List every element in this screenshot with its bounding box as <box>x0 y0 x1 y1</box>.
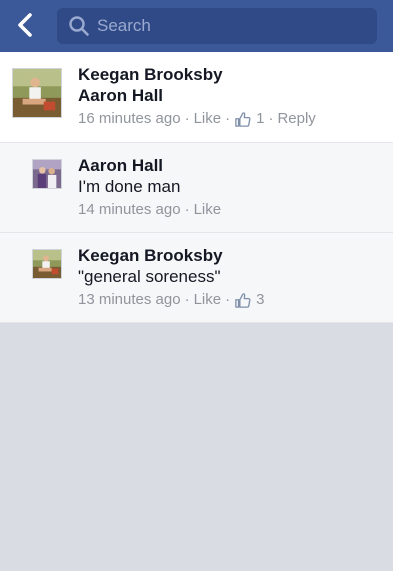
separator: · <box>268 110 274 127</box>
like-count[interactable]: 1 <box>234 109 264 129</box>
search-icon <box>67 14 91 38</box>
like-button[interactable]: Like <box>194 290 222 310</box>
like-button[interactable]: Like <box>194 200 222 220</box>
separator: · <box>184 201 190 218</box>
avatar[interactable] <box>12 68 62 118</box>
search-input[interactable] <box>97 8 377 44</box>
like-count[interactable]: 3 <box>234 290 264 310</box>
like-count-value: 3 <box>256 291 265 308</box>
reply-item: Keegan Brooksby "general soreness" 13 mi… <box>0 233 393 323</box>
comment-item: Keegan Brooksby Aaron Hall 16 minutes ag… <box>0 52 393 143</box>
comment-author[interactable]: Keegan Brooksby <box>78 245 383 266</box>
back-button[interactable] <box>10 8 40 42</box>
avatar[interactable] <box>32 159 62 189</box>
comment-thread: Keegan Brooksby Aaron Hall 16 minutes ag… <box>0 52 393 323</box>
comment-author[interactable]: Aaron Hall <box>78 155 383 176</box>
reply-button[interactable]: Reply <box>277 109 315 129</box>
like-button[interactable]: Like <box>194 109 222 129</box>
thumbs-up-icon <box>234 292 251 309</box>
search-bar[interactable] <box>57 8 377 44</box>
separator: · <box>225 110 231 127</box>
comment-timestamp: 13 minutes ago <box>78 291 181 308</box>
separator: · <box>184 291 190 308</box>
like-count-value: 1 <box>256 110 265 127</box>
comment-author[interactable]: Keegan Brooksby <box>78 64 383 85</box>
avatar[interactable] <box>32 249 62 279</box>
comment-meta: 16 minutes ago · Like · 1 · Reply <box>78 109 383 129</box>
comment-timestamp: 16 minutes ago <box>78 110 181 127</box>
reply-item: Aaron Hall I'm done man 14 minutes ago ·… <box>0 143 393 233</box>
comment-text: I'm done man <box>78 177 181 196</box>
comment-meta: 13 minutes ago · Like · 3 <box>78 290 383 310</box>
chevron-left-icon <box>18 13 32 37</box>
comment-timestamp: 14 minutes ago <box>78 201 181 218</box>
comment-text[interactable]: Aaron Hall <box>78 85 383 106</box>
separator: · <box>225 291 231 308</box>
separator: · <box>184 110 190 127</box>
thumbs-up-icon <box>234 111 251 128</box>
comment-text: "general soreness" <box>78 267 221 286</box>
top-navigation-bar <box>0 0 393 52</box>
comment-meta: 14 minutes ago · Like <box>78 200 383 220</box>
